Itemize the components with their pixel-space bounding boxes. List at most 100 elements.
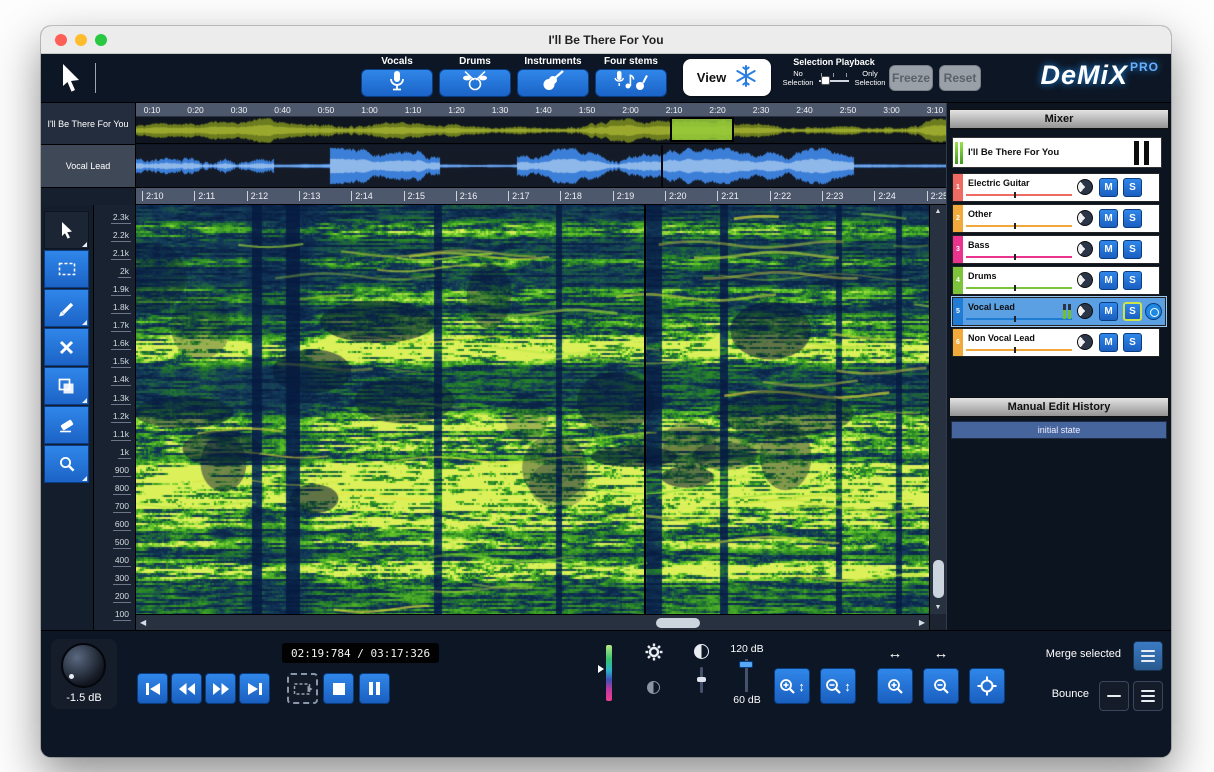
toolbar-divider: [95, 63, 96, 93]
vocal-waveform[interactable]: [136, 145, 946, 188]
close-window-button[interactable]: [55, 34, 67, 46]
rewind-button[interactable]: [171, 673, 202, 704]
skip-to-end-button[interactable]: [239, 673, 270, 704]
track-volume-slider[interactable]: [966, 287, 1072, 289]
stop-button[interactable]: [323, 673, 354, 704]
horizontal-scroll-thumb[interactable]: [656, 618, 700, 628]
four-stems-separation-button[interactable]: Four stems: [595, 56, 667, 97]
volume-slider-handle[interactable]: [1014, 285, 1016, 291]
freeze-button[interactable]: Freeze: [889, 65, 933, 91]
pen-tool-button[interactable]: [44, 289, 89, 327]
mute-button[interactable]: M: [1099, 240, 1118, 259]
pan-knob[interactable]: [1077, 210, 1093, 226]
bounce-remove-button[interactable]: [1099, 681, 1129, 711]
mute-button[interactable]: M: [1099, 209, 1118, 228]
marquee-select-tool-button[interactable]: [44, 250, 89, 288]
copy-tool-button[interactable]: [44, 367, 89, 405]
scroll-up-icon[interactable]: ▲: [930, 208, 946, 215]
mixer-track-electric-guitar[interactable]: 1Electric GuitarMS: [952, 173, 1160, 202]
brightness-icon[interactable]: [647, 681, 660, 694]
frequency-label: 600: [113, 520, 131, 531]
track-volume-slider[interactable]: [966, 194, 1072, 196]
scroll-left-icon[interactable]: ◀: [140, 618, 146, 627]
zoom-out-horizontal-button[interactable]: [923, 668, 959, 704]
overview-waveform[interactable]: [136, 117, 946, 144]
history-item[interactable]: initial state: [951, 421, 1167, 439]
volume-slider-handle[interactable]: [1014, 254, 1016, 260]
skip-to-start-button[interactable]: [137, 673, 168, 704]
eraser-tool-button[interactable]: [44, 406, 89, 444]
mute-button[interactable]: M: [1099, 178, 1118, 197]
volume-slider-handle[interactable]: [1014, 316, 1016, 322]
mixer-track-vocal-lead[interactable]: 5Vocal LeadMS: [952, 297, 1166, 326]
mixer-track-other[interactable]: 2OtherMS: [952, 204, 1160, 233]
contrast-slider-thumb[interactable]: [697, 677, 706, 682]
zoom-in-horizontal-button[interactable]: [877, 668, 913, 704]
zoom-to-selection-button[interactable]: [969, 668, 1005, 704]
delete-tool-button[interactable]: [44, 328, 89, 366]
reset-button[interactable]: Reset: [939, 65, 981, 91]
fast-forward-button[interactable]: [205, 673, 236, 704]
record-select-button[interactable]: [1145, 303, 1162, 320]
scroll-right-icon[interactable]: ▶: [919, 618, 925, 627]
view-region-indicator[interactable]: [670, 117, 734, 142]
zoom-out-vertical-button[interactable]: ↕: [820, 668, 856, 704]
mixer-track-bass[interactable]: 3BassMS: [952, 235, 1160, 264]
selection-playback-slider[interactable]: [819, 72, 849, 86]
track-volume-slider[interactable]: [966, 318, 1072, 320]
mute-button[interactable]: M: [1099, 302, 1118, 321]
horizontal-scrollbar[interactable]: ◀ ▶: [136, 614, 929, 630]
track-volume-slider[interactable]: [966, 225, 1072, 227]
track-volume-slider[interactable]: [966, 256, 1072, 258]
solo-button[interactable]: S: [1123, 302, 1142, 321]
drums-separation-button[interactable]: Drums: [439, 56, 511, 97]
contrast-slider[interactable]: [700, 667, 703, 693]
vertical-scroll-thumb[interactable]: [933, 560, 944, 598]
pan-knob[interactable]: [1077, 334, 1093, 350]
pan-knob[interactable]: [1077, 272, 1093, 288]
mute-button[interactable]: M: [1099, 333, 1118, 352]
zoom-in-vertical-button[interactable]: ↕: [774, 668, 810, 704]
solo-button[interactable]: S: [1123, 333, 1142, 352]
track-volume-slider[interactable]: [966, 349, 1072, 351]
vocals-separation-button[interactable]: Vocals: [361, 56, 433, 97]
solo-button[interactable]: S: [1123, 178, 1142, 197]
slider-thumb[interactable]: [821, 76, 830, 85]
settings-gear-icon[interactable]: [645, 643, 663, 666]
vertical-scrollbar[interactable]: ▲ ▼: [930, 205, 946, 614]
spectrogram[interactable]: [136, 205, 929, 614]
scroll-down-icon[interactable]: ▼: [930, 604, 946, 611]
mute-button[interactable]: M: [1099, 271, 1118, 290]
frequency-label: 500: [113, 538, 131, 549]
mixer-track-drums[interactable]: 4DrumsMS: [952, 266, 1160, 295]
frequency-label: 2.2k: [111, 231, 131, 242]
master-track[interactable]: I'll Be There For You: [952, 137, 1162, 168]
zoom-window-button[interactable]: [95, 34, 107, 46]
minimize-window-button[interactable]: [75, 34, 87, 46]
contrast-icon[interactable]: [694, 644, 709, 659]
volume-slider-handle[interactable]: [1014, 192, 1016, 198]
solo-button[interactable]: S: [1123, 209, 1142, 228]
merge-menu-button[interactable]: [1133, 641, 1163, 671]
pan-knob[interactable]: [1077, 303, 1093, 319]
app-window: I'll Be There For You Vocals Drums Instr…: [41, 26, 1171, 757]
zoom-tool-button[interactable]: [44, 445, 89, 483]
volume-slider-handle[interactable]: [1014, 223, 1016, 229]
solo-button[interactable]: S: [1123, 240, 1142, 259]
pan-knob[interactable]: [1077, 241, 1093, 257]
colormap-slider-thumb[interactable]: [598, 665, 604, 673]
volume-slider-handle[interactable]: [1014, 347, 1016, 353]
colormap-slider[interactable]: [606, 645, 612, 701]
mixer-track-non-vocal-lead[interactable]: 6Non Vocal LeadMS: [952, 328, 1160, 357]
pause-button[interactable]: [359, 673, 390, 704]
view-freeze-button[interactable]: View: [683, 59, 771, 96]
db-range-thumb[interactable]: [739, 661, 753, 668]
master-volume-knob[interactable]: [61, 643, 106, 688]
bounce-menu-button[interactable]: [1133, 681, 1163, 711]
loop-selection-button[interactable]: [287, 673, 318, 704]
instruments-separation-button[interactable]: Instruments: [517, 56, 589, 97]
time-tick: 2:11: [194, 191, 215, 201]
pan-knob[interactable]: [1077, 179, 1093, 195]
solo-button[interactable]: S: [1123, 271, 1142, 290]
pointer-tool-button[interactable]: [44, 211, 89, 249]
